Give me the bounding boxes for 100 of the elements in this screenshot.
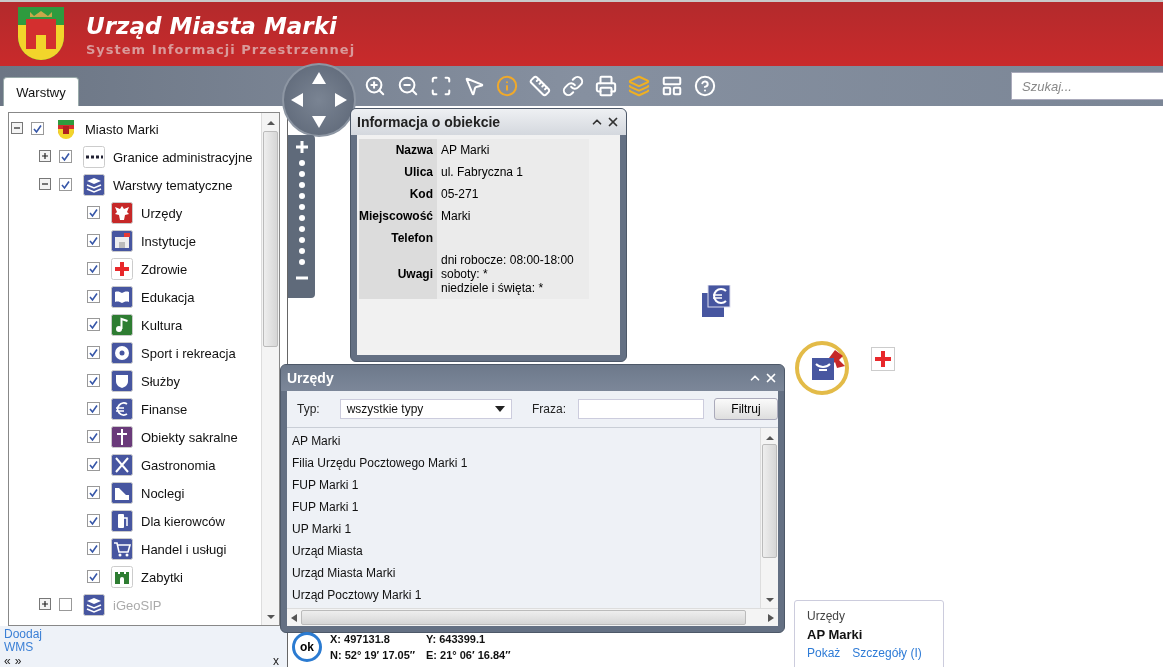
plus-icon[interactable] bbox=[293, 139, 310, 155]
pan-down-icon[interactable] bbox=[311, 114, 327, 130]
latitude: N: 52° 19′ 17.05″ bbox=[330, 649, 417, 661]
field-label: Uwagi bbox=[359, 249, 437, 299]
expand-toggle[interactable] bbox=[39, 150, 53, 164]
collapse-toggle[interactable] bbox=[11, 122, 25, 136]
close-icon[interactable] bbox=[606, 115, 620, 129]
checkbox[interactable] bbox=[59, 150, 73, 164]
note-icon bbox=[111, 314, 133, 336]
scroll-down-icon[interactable] bbox=[266, 613, 275, 621]
print-icon[interactable] bbox=[594, 74, 618, 98]
search-field[interactable]: Szukaj... bbox=[1011, 72, 1163, 100]
bed-icon bbox=[111, 482, 133, 504]
close-button[interactable]: x bbox=[273, 655, 279, 667]
filter-button[interactable]: Filtruj bbox=[714, 398, 778, 420]
checkbox[interactable] bbox=[87, 318, 101, 332]
link-icon[interactable] bbox=[561, 74, 585, 98]
shield-icon bbox=[111, 370, 133, 392]
cross-marker-icon[interactable] bbox=[871, 347, 895, 371]
zoom-in-icon[interactable] bbox=[363, 74, 387, 98]
result-item[interactable]: Urząd Pocztowy Marki 1 bbox=[292, 584, 760, 606]
checkbox[interactable] bbox=[87, 402, 101, 416]
full-extent-icon[interactable] bbox=[429, 74, 453, 98]
scroll-up-icon[interactable] bbox=[765, 434, 774, 442]
field-label: Nazwa bbox=[359, 139, 437, 161]
popup-link[interactable]: Szczegóły (I) bbox=[852, 646, 922, 660]
pan-left-icon[interactable] bbox=[289, 92, 305, 108]
layer-label: Gastronomia bbox=[141, 457, 216, 473]
layer-label: Granice administracyjne bbox=[113, 149, 253, 165]
coat-of-arms-logo bbox=[16, 5, 66, 63]
checkbox[interactable] bbox=[87, 346, 101, 360]
window-title: Urzędy bbox=[287, 370, 335, 386]
ruler-icon[interactable] bbox=[528, 74, 552, 98]
checkbox[interactable] bbox=[59, 178, 73, 192]
scrollbar[interactable] bbox=[760, 428, 778, 608]
popup-category: Urzędy bbox=[807, 609, 846, 623]
scroll-right-icon[interactable] bbox=[768, 613, 774, 622]
coat-of-arms-icon bbox=[55, 118, 77, 140]
help-icon[interactable] bbox=[693, 74, 717, 98]
checkbox[interactable] bbox=[87, 570, 101, 584]
checkbox[interactable] bbox=[31, 122, 45, 136]
type-dropdown[interactable]: wszystkie typy bbox=[339, 399, 512, 419]
result-item[interactable]: UP Marki 1 bbox=[292, 518, 760, 540]
pan-right-icon[interactable] bbox=[333, 92, 349, 108]
longitude: E: 21° 06′ 16.84″ bbox=[426, 649, 511, 661]
layer-label: Noclegi bbox=[141, 485, 185, 501]
latin-cross-icon bbox=[111, 426, 133, 448]
checkbox[interactable] bbox=[87, 290, 101, 304]
result-item[interactable]: FUP Marki 1 bbox=[292, 496, 760, 518]
checkbox[interactable] bbox=[87, 486, 101, 500]
field-value: ul. Fabryczna 1 bbox=[437, 161, 589, 183]
result-item[interactable]: Urząd Miasta bbox=[292, 540, 760, 562]
phrase-field[interactable] bbox=[578, 399, 704, 419]
layout-icon[interactable] bbox=[660, 74, 684, 98]
scroll-down-icon[interactable] bbox=[765, 596, 774, 604]
euro-marker-icon[interactable] bbox=[702, 285, 732, 319]
type-label: Typ: bbox=[297, 402, 320, 416]
layer-label: Obiekty sakralne bbox=[141, 429, 238, 445]
field-value: Marki bbox=[437, 205, 589, 227]
x-coordinate: X: 497131.8 bbox=[330, 633, 391, 645]
book-icon bbox=[111, 286, 133, 308]
field-value: dni robocze: 08:00-18:00 soboty: * niedziele i święta: * bbox=[437, 249, 589, 299]
checkbox[interactable] bbox=[87, 374, 101, 388]
checkbox[interactable] bbox=[87, 206, 101, 220]
checkbox[interactable] bbox=[87, 262, 101, 276]
cutlery-icon bbox=[111, 454, 133, 476]
scroll-up-icon[interactable] bbox=[266, 119, 275, 127]
horizontal-scrollbar[interactable] bbox=[287, 608, 778, 626]
layers-tab[interactable]: Warstwy bbox=[3, 77, 79, 106]
layer-label: Instytucje bbox=[141, 233, 196, 249]
result-item[interactable]: AP Marki bbox=[292, 430, 760, 452]
add-wms-link[interactable]: Doodaj WMS bbox=[4, 628, 54, 654]
scroll-left-icon[interactable] bbox=[291, 613, 297, 622]
result-item[interactable]: Filia Urzędu Pocztowego Marki 1 bbox=[292, 452, 760, 474]
layer-label: Zdrowie bbox=[141, 261, 188, 277]
collapse-toggle[interactable] bbox=[39, 178, 53, 192]
popup-link[interactable]: Pokaż bbox=[807, 646, 841, 660]
zoom-out-icon[interactable] bbox=[396, 74, 420, 98]
layer-label: Służby bbox=[141, 373, 181, 389]
result-item[interactable]: Urząd Miasta Marki bbox=[292, 562, 760, 584]
checkbox[interactable] bbox=[87, 542, 101, 556]
popup-name: AP Marki bbox=[807, 627, 864, 642]
window-title: Informacja o obiekcie bbox=[357, 114, 502, 130]
checkbox[interactable] bbox=[87, 234, 101, 248]
y-coordinate: Y: 643399.1 bbox=[426, 633, 487, 645]
checkbox[interactable] bbox=[87, 430, 101, 444]
checkbox[interactable] bbox=[87, 458, 101, 472]
checkbox[interactable] bbox=[87, 514, 101, 528]
layer-label: Handel i usługi bbox=[141, 541, 227, 557]
layer-label: Miasto Marki bbox=[85, 121, 159, 137]
prev-button[interactable]: « bbox=[4, 655, 11, 667]
result-item[interactable]: FUP Marki 1 bbox=[292, 474, 760, 496]
health-cross-icon bbox=[111, 258, 133, 280]
building-icon bbox=[111, 230, 133, 252]
phrase-label: Fraza: bbox=[532, 402, 566, 416]
next-button[interactable]: » bbox=[14, 655, 22, 667]
scrollbar[interactable] bbox=[261, 113, 279, 625]
field-label: Telefon bbox=[359, 227, 437, 249]
pan-up-icon[interactable] bbox=[311, 70, 327, 86]
layer-label: Urzędy bbox=[141, 205, 183, 221]
